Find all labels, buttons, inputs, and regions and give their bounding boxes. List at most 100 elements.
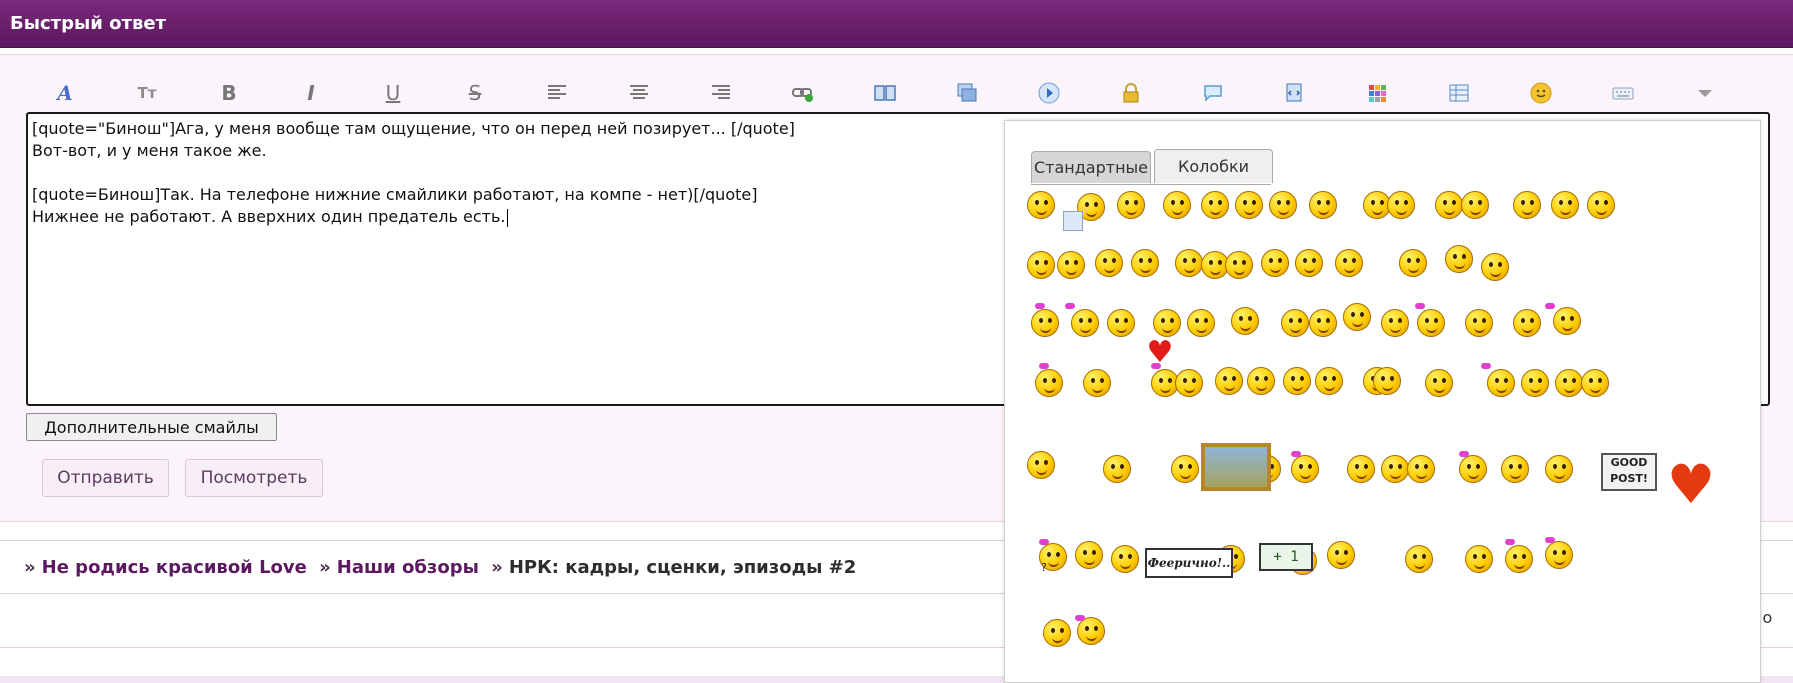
kolobok-smiley[interactable]	[1071, 309, 1099, 337]
kolobok-smiley[interactable]	[1269, 191, 1297, 219]
kolobok-smiley[interactable]	[1587, 191, 1615, 219]
italic-icon[interactable]: I	[296, 78, 326, 108]
speech-bubble-icon[interactable]	[1198, 78, 1228, 108]
kolobok-smiley[interactable]	[1095, 249, 1123, 277]
bold-icon[interactable]: B	[214, 78, 244, 108]
kolobok-smiley[interactable]	[1057, 251, 1085, 279]
good-post-smiley[interactable]: GOOD POST!	[1601, 453, 1657, 491]
kolobok-smiley[interactable]	[1153, 309, 1181, 337]
breadcrumb-forum[interactable]: Не родись красивой Love	[42, 557, 307, 578]
kolobok-smiley[interactable]	[1521, 369, 1549, 397]
link-icon[interactable]	[788, 78, 818, 108]
kolobok-smiley[interactable]	[1513, 309, 1541, 337]
tab-kolobki[interactable]: Колобки	[1154, 149, 1273, 183]
preview-button[interactable]: Посмотреть	[185, 459, 323, 497]
align-center-icon[interactable]	[624, 78, 654, 108]
broken-image-icon[interactable]	[1063, 211, 1083, 231]
feerichno-smiley[interactable]: Феерично!..	[1145, 548, 1233, 578]
kolobok-smiley[interactable]	[1407, 455, 1435, 483]
kolobok-smiley[interactable]	[1399, 249, 1427, 277]
image-icon[interactable]	[952, 78, 982, 108]
kolobok-smiley[interactable]	[1501, 455, 1529, 483]
code-icon[interactable]	[1280, 78, 1310, 108]
play-icon[interactable]	[1034, 78, 1064, 108]
kolobok-smiley[interactable]	[1425, 369, 1453, 397]
kolobok-smiley[interactable]	[1445, 245, 1473, 273]
kolobok-smiley[interactable]	[1235, 191, 1263, 219]
kolobok-smiley[interactable]	[1043, 619, 1071, 647]
kolobok-smiley[interactable]	[1487, 369, 1515, 397]
kolobok-smiley[interactable]	[1027, 251, 1055, 279]
kolobok-smiley[interactable]	[1461, 191, 1489, 219]
smiley-icon[interactable]	[1526, 78, 1556, 108]
kolobok-smiley[interactable]	[1465, 545, 1493, 573]
color-grid-icon[interactable]	[1362, 78, 1392, 108]
kolobok-smiley[interactable]	[1107, 309, 1135, 337]
kolobok-smiley[interactable]	[1335, 249, 1363, 277]
kolobok-smiley[interactable]	[1309, 309, 1337, 337]
kolobok-smiley[interactable]	[1187, 309, 1215, 337]
kolobok-smiley[interactable]	[1027, 191, 1055, 219]
kolobok-smiley[interactable]	[1315, 367, 1343, 395]
kolobok-smiley[interactable]	[1027, 451, 1055, 479]
kolobok-smiley[interactable]	[1435, 191, 1463, 219]
kolobok-smiley[interactable]	[1327, 541, 1355, 569]
kolobok-smiley[interactable]	[1261, 249, 1289, 277]
book-icon[interactable]	[870, 78, 900, 108]
lock-icon[interactable]	[1116, 78, 1146, 108]
kolobok-smiley[interactable]	[1459, 455, 1487, 483]
kolobok-smiley[interactable]	[1465, 309, 1493, 337]
kolobok-smiley[interactable]	[1215, 367, 1243, 395]
kolobok-smiley[interactable]	[1343, 303, 1371, 331]
kolobok-smiley[interactable]	[1163, 191, 1191, 219]
kolobok-smiley[interactable]	[1281, 309, 1309, 337]
breadcrumb-section[interactable]: Наши обзоры	[337, 557, 479, 578]
kolobok-smiley[interactable]	[1111, 545, 1139, 573]
kolobok-smiley[interactable]	[1131, 249, 1159, 277]
kolobok-smiley[interactable]	[1175, 249, 1203, 277]
kolobok-smiley[interactable]	[1031, 309, 1059, 337]
kolobok-smiley[interactable]	[1551, 191, 1579, 219]
plus-one-smiley[interactable]: + 1	[1259, 543, 1313, 571]
kolobok-smiley[interactable]	[1417, 309, 1445, 337]
kolobok-smiley[interactable]	[1077, 617, 1105, 645]
kolobok-smiley[interactable]	[1505, 545, 1533, 573]
underline-icon[interactable]: U	[378, 78, 408, 108]
kolobok-smiley[interactable]	[1545, 455, 1573, 483]
kolobok-smiley[interactable]	[1083, 369, 1111, 397]
kolobok-smiley[interactable]	[1035, 369, 1063, 397]
kolobok-smiley[interactable]	[1291, 455, 1319, 483]
kolobok-smiley[interactable]	[1347, 455, 1375, 483]
kolobok-smiley[interactable]	[1309, 191, 1337, 219]
align-right-icon[interactable]	[706, 78, 736, 108]
kolobok-smiley[interactable]	[1545, 541, 1573, 569]
font-color-icon[interactable]: A	[50, 78, 80, 108]
kolobok-smiley[interactable]	[1387, 191, 1415, 219]
kolobok-smiley[interactable]	[1381, 309, 1409, 337]
chevron-down-icon[interactable]	[1690, 78, 1720, 108]
align-left-icon[interactable]	[542, 78, 572, 108]
more-smilies-button[interactable]: Дополнительные смайлы	[26, 413, 277, 441]
kolobok-smiley[interactable]	[1295, 249, 1323, 277]
kolobok-smiley[interactable]	[1405, 545, 1433, 573]
kolobok-smiley[interactable]	[1247, 367, 1275, 395]
font-size-icon[interactable]: Tт	[132, 78, 162, 108]
kolobok-smiley[interactable]	[1373, 367, 1401, 395]
send-button[interactable]: Отправить	[42, 459, 169, 497]
framed-picture-smiley[interactable]	[1201, 443, 1271, 491]
kolobok-smiley[interactable]	[1381, 455, 1409, 483]
kolobok-smiley[interactable]	[1075, 541, 1103, 569]
heart-smiley[interactable]: ♥	[1145, 338, 1175, 368]
kolobok-smiley[interactable]	[1553, 307, 1581, 335]
tab-standard[interactable]: Стандартные	[1031, 151, 1151, 183]
kolobok-smiley[interactable]	[1117, 191, 1145, 219]
kolobok-smiley[interactable]	[1513, 191, 1541, 219]
table-icon[interactable]	[1444, 78, 1474, 108]
kolobok-smiley[interactable]	[1231, 307, 1259, 335]
kolobok-smiley[interactable]	[1581, 369, 1609, 397]
kolobok-smiley[interactable]	[1283, 367, 1311, 395]
kolobok-smiley[interactable]	[1171, 455, 1199, 483]
kolobok-smiley[interactable]	[1103, 455, 1131, 483]
keyboard-icon[interactable]	[1608, 78, 1638, 108]
big-heart-smiley[interactable]: ♥	[1665, 458, 1717, 512]
